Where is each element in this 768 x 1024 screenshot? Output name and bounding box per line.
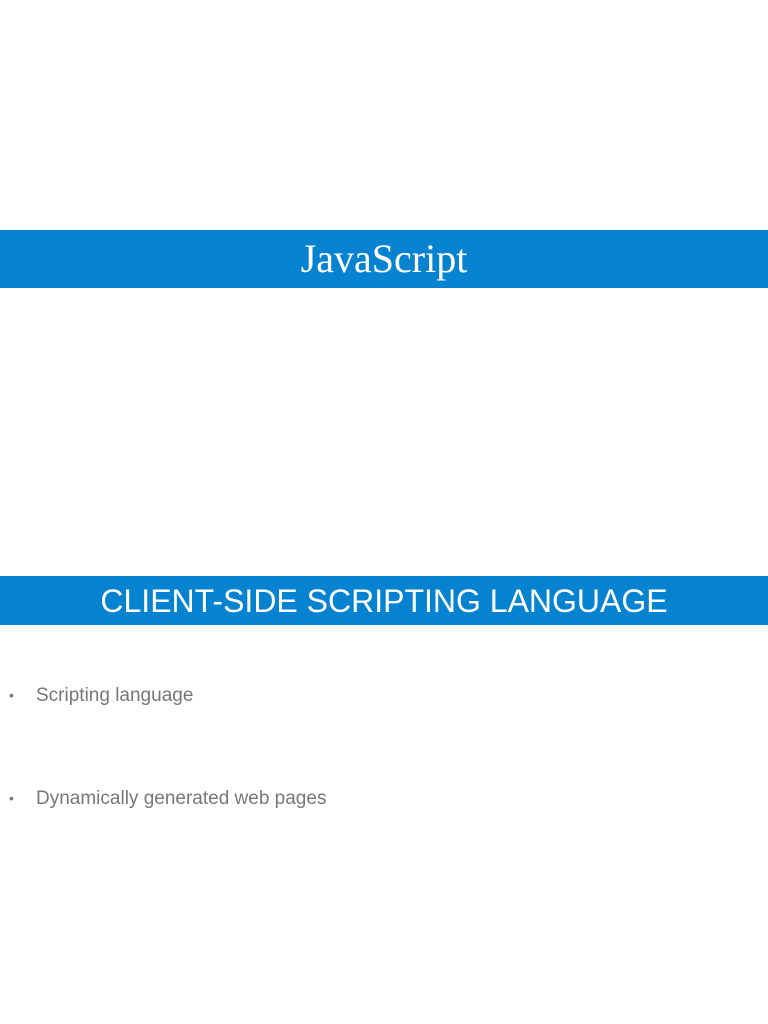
title-banner: JavaScript	[0, 230, 768, 288]
bullet-text: Scripting language	[36, 685, 194, 706]
section-title: CLIENT-SIDE SCRIPTING LANGUAGE	[100, 583, 668, 619]
bullet-icon: •	[9, 790, 14, 806]
section-banner: CLIENT-SIDE SCRIPTING LANGUAGE	[0, 576, 768, 625]
slide-title: JavaScript	[300, 236, 468, 281]
bullet-text: Dynamically generated web pages	[36, 788, 327, 809]
bullet-icon: •	[9, 687, 14, 703]
